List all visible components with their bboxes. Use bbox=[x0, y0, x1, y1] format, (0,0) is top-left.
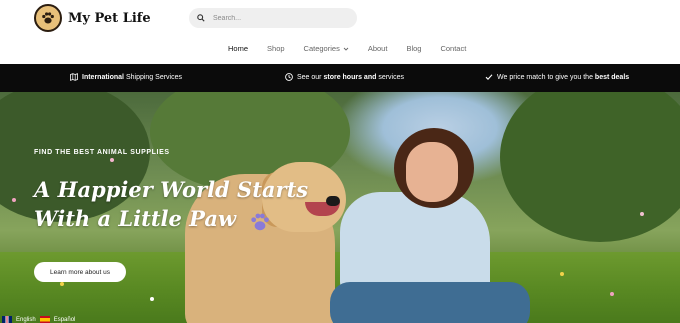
hero-woman-jeans bbox=[330, 282, 530, 323]
info-shipping-bold: International bbox=[82, 73, 125, 81]
language-switcher: English Español bbox=[2, 316, 75, 323]
info-hours-bold: store hours and bbox=[323, 73, 377, 81]
info-price-pre: We price match to give you the bbox=[497, 73, 595, 81]
nav-home[interactable]: Home bbox=[228, 44, 248, 53]
info-price-match: We price match to give you the best deal… bbox=[485, 73, 629, 81]
flower bbox=[640, 212, 644, 216]
flower bbox=[110, 158, 114, 162]
info-shipping-text: Shipping Services bbox=[124, 73, 182, 81]
search-icon bbox=[197, 14, 205, 22]
check-icon bbox=[485, 74, 493, 80]
flower bbox=[610, 292, 614, 296]
nav-about[interactable]: About bbox=[368, 44, 388, 53]
nav-categories[interactable]: Categories bbox=[304, 44, 349, 53]
hero-headline-line1: A Happier World Starts bbox=[34, 177, 309, 202]
nav-blog[interactable]: Blog bbox=[406, 44, 421, 53]
language-spanish[interactable]: Español bbox=[54, 317, 76, 323]
paw-icon bbox=[251, 213, 269, 231]
info-bar: International Shipping Services See our … bbox=[0, 64, 680, 92]
main-nav: Home Shop Categories About Blog Contact bbox=[228, 44, 485, 53]
hero-headline-line2: With a Little Paw bbox=[34, 206, 237, 231]
paw-icon bbox=[34, 4, 62, 32]
learn-more-button[interactable]: Learn more about us bbox=[34, 262, 126, 282]
language-english[interactable]: English bbox=[16, 317, 36, 323]
info-hours-pre: See our bbox=[297, 73, 324, 81]
search-input[interactable] bbox=[213, 14, 343, 22]
info-hours[interactable]: See our store hours and services bbox=[285, 73, 404, 81]
info-price-bold: best deals bbox=[594, 73, 630, 81]
hero-headline: A Happier World Starts With a Little Paw bbox=[34, 175, 334, 233]
nav-shop[interactable]: Shop bbox=[267, 44, 285, 53]
brand-name: My Pet Life bbox=[68, 10, 151, 26]
site-logo[interactable]: My Pet Life bbox=[34, 4, 151, 32]
clock-icon bbox=[285, 73, 293, 81]
uk-flag-icon[interactable] bbox=[2, 316, 12, 323]
spain-flag-icon[interactable] bbox=[39, 316, 50, 323]
flower bbox=[60, 282, 64, 286]
hero-tree bbox=[500, 92, 680, 242]
map-icon bbox=[70, 73, 78, 81]
hero-banner: FIND THE BEST ANIMAL SUPPLIES A Happier … bbox=[0, 92, 680, 323]
flower bbox=[560, 272, 564, 276]
info-shipping: International Shipping Services bbox=[70, 73, 182, 81]
site-header: My Pet Life Home Shop Categories About B… bbox=[0, 0, 680, 64]
nav-categories-label: Categories bbox=[303, 44, 340, 53]
search-bar[interactable] bbox=[189, 8, 357, 28]
hero-eyebrow: FIND THE BEST ANIMAL SUPPLIES bbox=[34, 149, 170, 156]
nav-contact[interactable]: Contact bbox=[440, 44, 466, 53]
chevron-down-icon bbox=[343, 47, 349, 51]
hero-woman-face bbox=[406, 142, 458, 202]
flower bbox=[150, 297, 154, 301]
flower bbox=[12, 198, 16, 202]
info-hours-text: services bbox=[376, 73, 404, 81]
